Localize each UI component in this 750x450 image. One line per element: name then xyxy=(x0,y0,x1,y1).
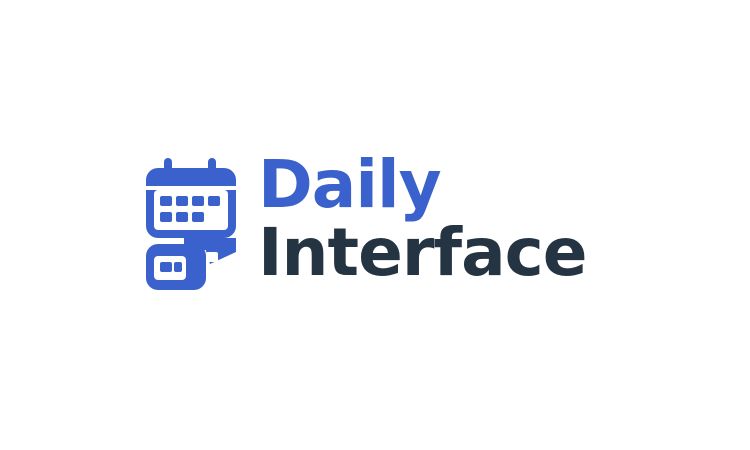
brand-logo: Daily Interface xyxy=(144,152,588,292)
wordmark-line-1: Daily xyxy=(258,146,442,223)
logo-canvas: Daily Interface xyxy=(0,0,750,450)
calendar-icon xyxy=(144,156,248,292)
wordmark: Daily Interface xyxy=(258,146,588,291)
wordmark-line-2: Interface xyxy=(258,214,588,291)
